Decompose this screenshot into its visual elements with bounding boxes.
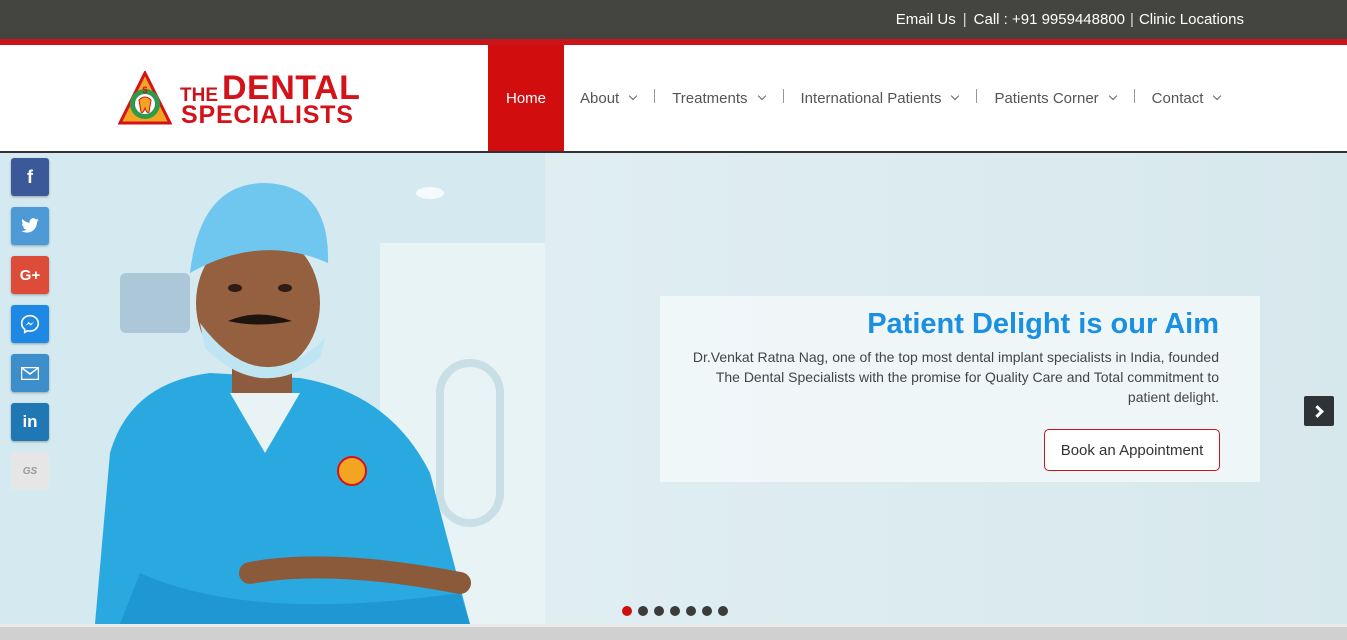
nav-patients-corner[interactable]: Patients Corner — [977, 45, 1133, 151]
page-bottom-strip — [0, 624, 1347, 640]
bottom-band — [0, 627, 1347, 640]
slider-dot[interactable] — [670, 606, 680, 616]
logo-specialists: SPECIALISTS — [181, 101, 354, 129]
slider-dot[interactable] — [622, 606, 632, 616]
nav-home[interactable]: Home — [488, 45, 564, 151]
email-icon[interactable] — [11, 354, 49, 392]
site-logo[interactable]: $ THE DENTAL SPECIALISTS — [118, 71, 418, 129]
doctor-illustration — [0, 153, 545, 624]
top-links: Email Us | Call : +91 9959448800 | Clini… — [896, 11, 1244, 28]
hero-caption: Patient Delight is our Aim Dr.Venkat Rat… — [660, 296, 1260, 482]
chevron-down-icon — [1108, 91, 1117, 101]
call-link[interactable]: Call : +91 9959448800 — [974, 11, 1125, 28]
chevron-down-icon — [628, 91, 638, 101]
nav-patients-corner-label: Patients Corner — [994, 89, 1099, 107]
nav-contact-label: Contact — [1151, 89, 1204, 107]
slider-dot[interactable] — [718, 606, 728, 616]
messenger-bubble-icon — [20, 314, 40, 334]
envelope-icon — [21, 366, 39, 380]
chevron-down-icon — [757, 91, 766, 101]
site-header: $ THE DENTAL SPECIALISTS Home About Trea… — [0, 45, 1347, 151]
facebook-glyph: f — [27, 166, 33, 187]
hero-title: Patient Delight is our Aim — [867, 308, 1219, 340]
hero-slider: Patient Delight is our Aim Dr.Venkat Rat… — [0, 153, 1347, 624]
chevron-down-icon — [951, 91, 960, 101]
twitter-icon[interactable] — [11, 207, 49, 245]
clinic-locations-link[interactable]: Clinic Locations — [1139, 11, 1244, 28]
logo-emblem-icon: $ — [118, 71, 172, 125]
getsocial-glyph: GS — [22, 465, 38, 477]
nav-about-label: About — [580, 89, 620, 107]
slider-next-button[interactable] — [1304, 396, 1334, 426]
facebook-icon[interactable]: f — [11, 158, 49, 196]
messenger-icon[interactable] — [11, 305, 49, 343]
google-plus-icon[interactable]: G+ — [11, 256, 49, 294]
nav-contact[interactable]: Contact — [1135, 45, 1239, 151]
linkedin-icon[interactable]: in — [11, 403, 49, 441]
logo-dental: DENTAL — [222, 69, 361, 107]
nav-home-label: Home — [505, 89, 546, 107]
chevron-down-icon — [1213, 91, 1222, 101]
slider-dot[interactable] — [702, 606, 712, 616]
slider-dot[interactable] — [638, 606, 648, 616]
book-appointment-button[interactable]: Book an Appointment — [1044, 429, 1220, 471]
nav-about[interactable]: About — [564, 45, 654, 151]
google-plus-glyph: G+ — [19, 266, 41, 284]
chevron-right-icon — [1310, 404, 1324, 418]
email-us-link[interactable]: Email Us — [896, 11, 956, 28]
slider-dot[interactable] — [686, 606, 696, 616]
twitter-bird-icon — [21, 218, 39, 233]
separator: | — [1130, 11, 1134, 28]
getsocial-icon[interactable]: GS — [11, 452, 49, 490]
linkedin-glyph: in — [22, 412, 38, 431]
slider-pagination — [622, 606, 728, 616]
social-share-bar: f G+ in GS — [11, 158, 49, 501]
hero-description: Dr.Venkat Ratna Nag, one of the top most… — [692, 349, 1219, 405]
svg-text:$: $ — [142, 85, 147, 95]
nav-international-patients[interactable]: International Patients — [784, 45, 977, 151]
slider-dot[interactable] — [654, 606, 664, 616]
main-nav: Home About Treatments International Pati… — [488, 45, 1238, 151]
hero-doctor-photo — [0, 153, 545, 624]
nav-treatments[interactable]: Treatments — [655, 45, 782, 151]
top-bar: Email Us | Call : +91 9959448800 | Clini… — [0, 0, 1347, 39]
separator: | — [962, 11, 967, 28]
nav-treatments-label: Treatments — [672, 89, 748, 107]
nav-international-label: International Patients — [800, 89, 942, 107]
